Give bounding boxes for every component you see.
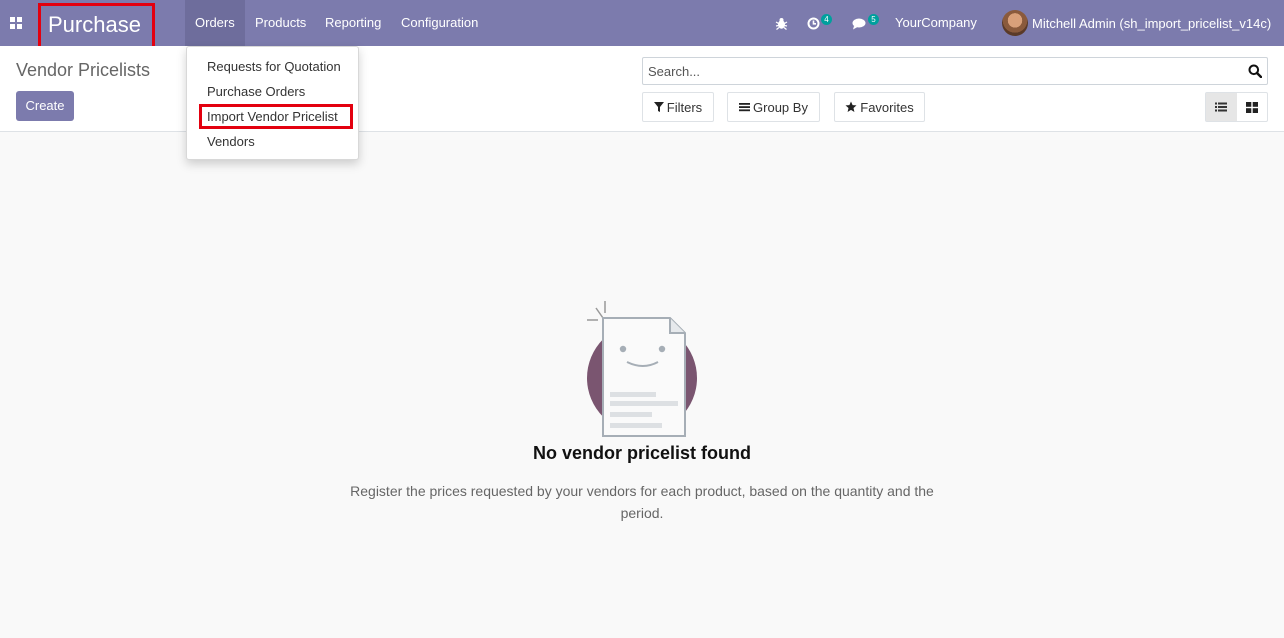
company-switcher[interactable]: YourCompany [895, 0, 977, 46]
avatar [1002, 10, 1028, 36]
orders-dropdown-menu: Requests for Quotation Purchase Orders I… [186, 46, 359, 160]
menu-item-purchase-orders[interactable]: Purchase Orders [207, 84, 305, 99]
menu-item-requests-for-quotation[interactable]: Requests for Quotation [207, 59, 341, 74]
search-icon[interactable] [1248, 64, 1262, 78]
messaging-menu[interactable]: 5 [852, 0, 879, 46]
message-count-badge: 5 [868, 13, 879, 25]
menu-item-vendors[interactable]: Vendors [207, 134, 255, 149]
empty-document-illustration [587, 301, 697, 437]
empty-state-description: Register the prices requested by your ve… [350, 483, 934, 521]
activity-menu[interactable]: 4 [807, 0, 832, 46]
view-switcher [1205, 92, 1268, 122]
menu-orders[interactable]: Orders [185, 0, 245, 46]
top-navbar: Purchase Orders Products Reporting Confi… [0, 0, 1284, 49]
list-view-icon [1215, 102, 1228, 112]
menu-products[interactable]: Products [245, 0, 316, 46]
list-view-button[interactable] [1206, 93, 1237, 121]
user-name: Mitchell Admin (sh_import_pricelist_v14c… [1032, 15, 1272, 31]
list-icon [739, 103, 751, 112]
empty-state-title: No vendor pricelist found [532, 443, 751, 463]
apps-icon [10, 17, 22, 29]
favorites-label: Favorites [860, 99, 914, 115]
filter-icon [653, 102, 664, 112]
user-menu[interactable]: Mitchell Admin (sh_import_pricelist_v14c… [1002, 0, 1271, 46]
kanban-view-button[interactable] [1237, 93, 1268, 121]
chat-icon [852, 18, 866, 29]
search-box [642, 57, 1268, 85]
group-by-button[interactable]: Group By [727, 92, 820, 122]
kanban-view-icon [1245, 101, 1258, 113]
app-brand[interactable]: Purchase [38, 3, 155, 49]
filters-button[interactable]: Filters [642, 92, 714, 122]
search-input[interactable] [643, 58, 1233, 84]
bug-icon [775, 17, 788, 30]
favorites-button[interactable]: Favorites [834, 92, 925, 122]
menu-item-import-vendor-pricelist[interactable]: Import Vendor Pricelist [207, 109, 338, 124]
menu-configuration[interactable]: Configuration [391, 0, 488, 46]
activity-count-badge: 4 [821, 13, 832, 25]
create-button[interactable]: Create [16, 91, 74, 121]
group-by-label: Group By [753, 99, 808, 115]
debug-menu[interactable] [775, 0, 788, 46]
star-icon [845, 101, 857, 112]
menu-reporting[interactable]: Reporting [315, 0, 391, 46]
page-title: Vendor Pricelists [16, 60, 151, 80]
filters-label: Filters [666, 99, 703, 115]
apps-menu-button[interactable] [4, 9, 28, 37]
activity-icon [807, 17, 820, 29]
